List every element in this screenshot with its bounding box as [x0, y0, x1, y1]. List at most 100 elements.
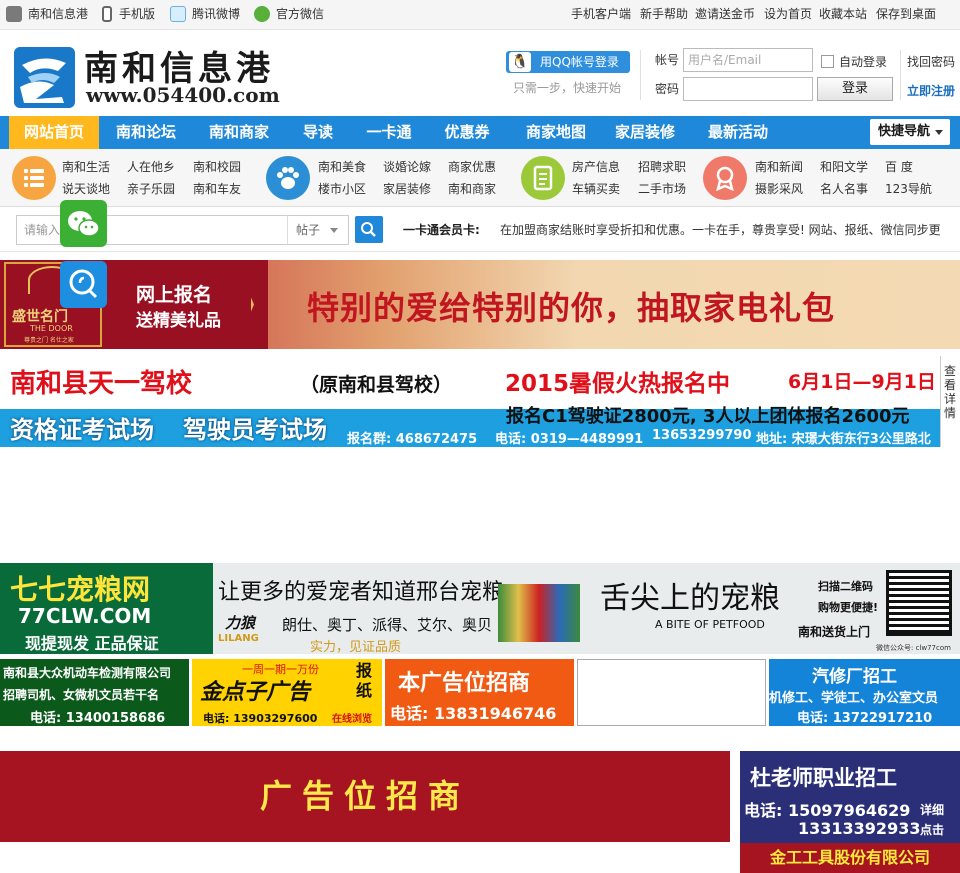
- search-type-select[interactable]: 帖子: [287, 215, 349, 245]
- category-link[interactable]: 家居装修: [383, 180, 431, 197]
- category-link[interactable]: 商家优惠: [448, 158, 496, 175]
- category-link[interactable]: 二手市场: [638, 180, 686, 197]
- home-icon: [6, 6, 22, 22]
- ad-brand-sub: 尊贵之门 名仕之家: [24, 337, 74, 344]
- list-icon: [12, 156, 56, 200]
- ad-small-newspaper: 报纸: [356, 661, 373, 700]
- nav-item-merchants[interactable]: 南和商家: [197, 116, 281, 149]
- category-link[interactable]: 南和新闻: [755, 158, 803, 175]
- category-link[interactable]: 亲子乐园: [127, 180, 175, 197]
- nav-item-card[interactable]: 一卡通: [356, 116, 422, 149]
- ad-school-title: 南和县天一驾校: [10, 369, 193, 399]
- ad-small-online-link[interactable]: 在线浏览: [332, 710, 372, 725]
- top-link-favorite[interactable]: 收藏本站: [819, 0, 867, 30]
- divider: [900, 50, 901, 100]
- ad-job-title: 杜老师职业招工: [750, 766, 897, 790]
- ad-school-promo: 2015暑假火热报名中: [505, 371, 731, 397]
- register-link[interactable]: 立即注册: [907, 82, 955, 99]
- category-link[interactable]: 百 度: [885, 158, 913, 175]
- nav-item-events[interactable]: 最新活动: [694, 116, 782, 149]
- ad-job-company: 金工工具股份有限公司: [740, 843, 960, 873]
- category-link[interactable]: 楼市小区: [318, 180, 366, 197]
- top-link-desktop[interactable]: 保存到桌面: [876, 0, 936, 30]
- nav-item-coupons[interactable]: 优惠券: [432, 116, 502, 149]
- ad-brand-name: 盛世名门: [12, 309, 68, 325]
- top-link-weibo[interactable]: 腾讯微博: [192, 0, 240, 30]
- weibo-float-button[interactable]: [60, 261, 107, 308]
- ad-small-logo: 金点子广告: [200, 680, 311, 705]
- nav-item-guide[interactable]: 导读: [290, 116, 346, 149]
- card-label: 一卡通会员卡:: [403, 223, 480, 237]
- ad-school-dates: 6月1日—9月1日: [788, 371, 936, 393]
- quick-nav-label: 快捷导航: [878, 124, 931, 139]
- category-link[interactable]: 南和生活: [62, 158, 110, 175]
- ad-pet-scan: 扫描二维码: [818, 580, 873, 593]
- nav-item-map[interactable]: 商家地图: [512, 116, 600, 149]
- category-link[interactable]: 说天谈地: [62, 180, 110, 197]
- wechat-float-button[interactable]: [60, 200, 107, 247]
- ad-tag-gift: 送精美礼品: [136, 311, 221, 331]
- phone-icon: [102, 6, 112, 22]
- category-link[interactable]: 南和美食: [318, 158, 366, 175]
- account-label: 帐号: [655, 53, 680, 67]
- quick-nav-button[interactable]: 快捷导航: [870, 119, 950, 145]
- forgot-password-link[interactable]: 找回密码: [907, 53, 955, 70]
- ad-pet-brands: 朗仕、奥丁、派得、艾尔、奥贝: [282, 616, 493, 634]
- auto-login-checkbox[interactable]: [821, 55, 834, 68]
- category-link[interactable]: 名人名事: [820, 180, 868, 197]
- category-link[interactable]: 南和车友: [193, 180, 241, 197]
- category-link[interactable]: 南和商家: [448, 180, 496, 197]
- qq-login-hint: 只需一步，快速开始: [513, 81, 622, 95]
- category-link[interactable]: 人在他乡: [127, 158, 175, 175]
- category-link[interactable]: 123导航: [885, 180, 932, 197]
- ad-pet-slogan: 让更多的爱宠者知道邢台宠粮: [218, 580, 505, 605]
- ad-job-tel: 电话: 15097964629: [744, 801, 911, 820]
- top-link-homepage[interactable]: 设为首页: [764, 0, 812, 30]
- ad-pet-deliver: 南和送货上门: [798, 625, 871, 639]
- card-marquee-text[interactable]: 在加盟商家结账时享受折扣和优惠。一卡在手，尊贵享受! 网站、报纸、微信同步更: [500, 221, 941, 238]
- ad-view-detail[interactable]: 查看详情: [940, 356, 960, 447]
- category-link[interactable]: 摄影采风: [755, 180, 803, 197]
- login-button[interactable]: 登录: [817, 77, 893, 101]
- ad-pet-lilang: 力狼: [225, 614, 256, 632]
- ad-pet-name: 七七宠粮网: [10, 573, 151, 606]
- category-link[interactable]: 招聘求职: [638, 158, 686, 175]
- ad-job-click: 点击: [920, 823, 945, 837]
- paw-icon: [266, 156, 310, 200]
- nav-item-forum[interactable]: 南和论坛: [104, 116, 188, 149]
- qq-icon: 🐧: [509, 52, 531, 72]
- category-link[interactable]: 车辆买卖: [572, 180, 620, 197]
- top-link-mobile[interactable]: 手机版: [119, 0, 155, 30]
- category-link[interactable]: 和阳文学: [820, 158, 868, 175]
- nav-item-home[interactable]: 网站首页: [9, 116, 99, 149]
- ad-pet-wechat-id: 微信公众号: clw77com: [876, 644, 951, 652]
- top-link-wechat[interactable]: 官方微信: [276, 0, 324, 30]
- ad-pet-products-image: [498, 584, 580, 642]
- password-input[interactable]: [683, 77, 813, 101]
- ad-small-tel: 电话: 13400158686: [30, 711, 166, 726]
- top-link-help[interactable]: 新手帮助: [640, 0, 688, 30]
- category-link[interactable]: 房产信息: [572, 158, 620, 175]
- ad-small-empty[interactable]: [577, 659, 766, 726]
- auto-login-label[interactable]: 自动登录: [839, 53, 887, 70]
- ad-brand-en: THE DOOR: [30, 324, 73, 333]
- ad-pet-bite: 舌尖上的宠粮: [600, 581, 780, 616]
- top-link-home[interactable]: 南和信息港: [28, 0, 88, 30]
- category-link[interactable]: 谈婚论嫁: [383, 158, 431, 175]
- top-link-client[interactable]: 手机客户端: [571, 0, 631, 30]
- search-button[interactable]: [355, 216, 383, 243]
- ad-big-recruit[interactable]: 广告位招商: [0, 751, 730, 842]
- ad-small-line: 南和县大众机动车检测有限公司: [3, 666, 172, 680]
- account-input[interactable]: 用户名/Email: [683, 48, 813, 72]
- ad-school-paren: （原南和县驾校）: [300, 374, 453, 396]
- logo-icon[interactable]: [14, 47, 75, 108]
- nav-item-decoration[interactable]: 家居装修: [605, 116, 685, 149]
- ad-small-line: 汽修厂招工: [812, 667, 897, 687]
- top-link-invite[interactable]: 邀请送金币: [695, 0, 755, 30]
- weibo-icon: [170, 6, 186, 22]
- ad-small-line: 招聘司机、女微机文员若干名: [3, 688, 160, 702]
- category-link[interactable]: 南和校园: [193, 158, 241, 175]
- search-input[interactable]: 请输入: [16, 215, 288, 245]
- ad-tag-register: 网上报名: [136, 284, 213, 306]
- ad-job-detail: 详细: [920, 803, 945, 817]
